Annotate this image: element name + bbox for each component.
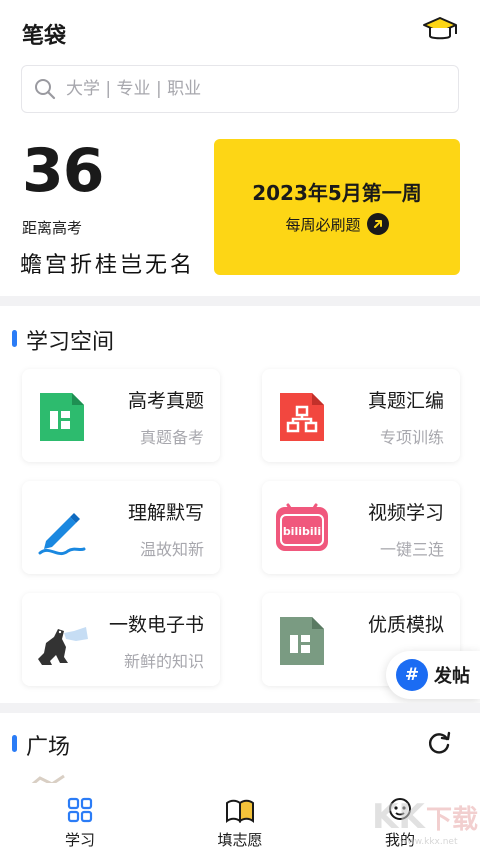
card-ebook[interactable]: 一数电子书 新鲜的知识 bbox=[22, 593, 220, 686]
card-dictation[interactable]: 理解默写 温故知新 bbox=[22, 481, 220, 574]
countdown-label: 距离高考 bbox=[22, 219, 83, 237]
divider bbox=[0, 296, 480, 306]
search-input[interactable] bbox=[66, 66, 446, 112]
red-compilation-icon bbox=[280, 393, 324, 441]
card-title: 理解默写 bbox=[127, 502, 204, 524]
svg-text:KK: KK bbox=[372, 797, 426, 837]
search-icon bbox=[35, 79, 56, 100]
arrow-up-right-icon bbox=[366, 213, 389, 235]
card-subtitle: 真题备考 bbox=[139, 428, 204, 447]
green-document-icon bbox=[40, 393, 84, 441]
weekly-title: 2023年5月第一周 bbox=[252, 181, 422, 205]
weekly-subtitle: 每周必刷题 bbox=[285, 215, 361, 234]
card-title: 优质模拟 bbox=[367, 614, 444, 636]
graduation-cap-icon[interactable] bbox=[422, 14, 458, 46]
post-button[interactable]: # 发帖 bbox=[386, 651, 480, 699]
grid-icon bbox=[67, 797, 93, 823]
app-title: 笔袋 bbox=[22, 24, 67, 49]
card-title: 真题汇编 bbox=[367, 390, 444, 412]
weekly-practice-card[interactable]: 2023年5月第一周 每周必刷题 bbox=[214, 139, 460, 275]
refresh-icon[interactable] bbox=[426, 730, 452, 756]
divider bbox=[0, 703, 480, 713]
svg-text:下载: 下载 bbox=[426, 805, 478, 835]
post-button-label: 发帖 bbox=[434, 666, 470, 687]
card-subtitle: 新鲜的知识 bbox=[123, 652, 204, 671]
card-title: 高考真题 bbox=[127, 390, 204, 412]
section-title-plaza: 广场 bbox=[26, 735, 71, 760]
nav-label: 填志愿 bbox=[217, 831, 263, 849]
watermark-logo: KK 下载 www.kkx.net bbox=[372, 797, 478, 847]
svg-text:www.kkx.net: www.kkx.net bbox=[400, 837, 458, 847]
section-title-study: 学习空间 bbox=[26, 330, 115, 355]
bilibili-icon: bilibili bbox=[276, 503, 328, 551]
motto-text: 蟾宫折桂岂无名 bbox=[20, 253, 196, 278]
card-gaokao-questions[interactable]: 高考真题 真题备考 bbox=[22, 369, 220, 462]
card-subtitle: 一键三连 bbox=[379, 540, 444, 559]
header: 笔袋 bbox=[0, 0, 480, 64]
pen-icon bbox=[38, 513, 86, 556]
svg-text:bilibili: bilibili bbox=[283, 525, 321, 538]
godzilla-icon bbox=[38, 627, 88, 665]
section-accent-bar bbox=[12, 330, 17, 347]
card-subtitle: 专项训练 bbox=[379, 428, 444, 447]
hash-icon: # bbox=[396, 659, 428, 691]
nav-item-study[interactable]: 学习 bbox=[20, 783, 140, 853]
nav-label: 学习 bbox=[64, 831, 95, 849]
card-title: 一数电子书 bbox=[108, 614, 204, 636]
countdown-days: 36 bbox=[22, 136, 104, 206]
card-compilation[interactable]: 真题汇编 专项训练 bbox=[262, 369, 460, 462]
card-subtitle: 温故知新 bbox=[139, 540, 204, 559]
gray-document-icon bbox=[280, 617, 324, 665]
nav-item-application[interactable]: 填志愿 bbox=[180, 783, 300, 853]
weekly-subtitle-row: 每周必刷题 bbox=[214, 213, 460, 235]
section-accent-bar bbox=[12, 735, 17, 752]
card-title: 视频学习 bbox=[367, 502, 444, 524]
search-bar[interactable] bbox=[21, 65, 459, 113]
book-icon bbox=[226, 799, 254, 823]
card-video-learning[interactable]: bilibili 视频学习 一键三连 bbox=[262, 481, 460, 574]
